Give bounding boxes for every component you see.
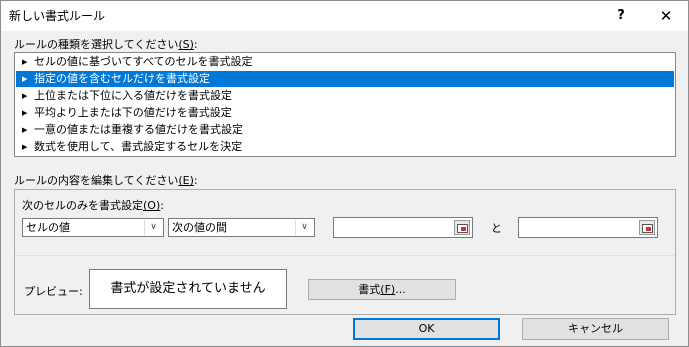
rule-type-item-label: 指定の値を含むセルだけを書式設定 (34, 72, 210, 85)
rule-type-item[interactable]: ▶ 上位または下位に入る値だけを書式設定 (16, 88, 674, 104)
cell-value-select-value: セルの値 (26, 221, 70, 234)
condition-colon: : (160, 199, 164, 212)
rule-type-item-label: 上位または下位に入る値だけを書式設定 (34, 89, 232, 102)
value2-input[interactable] (518, 217, 658, 238)
help-button[interactable]: ? (601, 1, 641, 31)
format-button-label: 書式 (358, 283, 381, 296)
rule-type-item-label: 平均より上または下の値だけを書式設定 (34, 106, 232, 119)
rule-type-item-label: 一意の値または重複する値だけを書式設定 (34, 123, 243, 136)
chevron-down-icon[interactable]: ∨ (295, 220, 313, 235)
condition-accel: (O) (143, 199, 161, 212)
preview-label: プレビュー: (24, 285, 83, 298)
rule-type-item[interactable]: ▶ 一意の値または重複する値だけを書式設定 (16, 122, 674, 138)
close-button[interactable]: ✕ (646, 1, 686, 31)
format-button-ellipsis: ... (395, 283, 406, 296)
rule-type-item[interactable]: ▶ 指定の値を含むセルだけを書式設定 (16, 71, 674, 87)
edit-rule-accel: (E) (178, 174, 194, 187)
rule-type-item-label: 数式を使用して、書式設定するセルを決定 (34, 140, 243, 153)
operator-select-value: 次の値の間 (172, 221, 227, 234)
rule-type-label-text: ルールの種類を選択してください (14, 38, 179, 51)
dialog-title: 新しい書式ルール (9, 9, 106, 23)
triangle-icon: ▶ (22, 75, 28, 83)
rule-type-colon: : (193, 38, 198, 51)
rule-type-label: ルールの種類を選択してください(S): (14, 36, 198, 52)
rule-type-accel: (S) (178, 38, 194, 51)
preview-box: 書式が設定されていません (89, 269, 287, 309)
rule-type-item[interactable]: ▶ 平均より上または下の値だけを書式設定 (16, 105, 674, 121)
ok-button[interactable]: OK (353, 318, 500, 340)
triangle-icon: ▶ (22, 143, 28, 151)
range-selector-icon[interactable] (454, 220, 470, 235)
rule-type-item[interactable]: ▶ セルの値に基づいてすべてのセルを書式設定 (16, 54, 674, 70)
condition-label: 次のセルのみを書式設定(O): (22, 197, 164, 213)
triangle-icon: ▶ (22, 58, 28, 66)
triangle-icon: ▶ (22, 109, 28, 117)
operator-select[interactable]: 次の値の間 ∨ (168, 218, 315, 237)
rule-type-list[interactable]: ▶ セルの値に基づいてすべてのセルを書式設定 ▶ 指定の値を含むセルだけを書式設… (14, 52, 676, 157)
edit-rule-label-text: ルールの内容を編集してください (14, 174, 179, 187)
rule-description-panel: 次のセルのみを書式設定(O): セルの値 ∨ 次の値の間 ∨ と プレビュー: … (14, 189, 676, 315)
format-button-accel: (F) (380, 283, 396, 296)
chevron-down-icon[interactable]: ∨ (144, 220, 162, 235)
cancel-button[interactable]: キャンセル (522, 318, 669, 340)
condition-label-text: 次のセルのみを書式設定 (22, 199, 143, 212)
rule-type-item[interactable]: ▶ 数式を使用して、書式設定するセルを決定 (16, 139, 674, 155)
cell-value-select[interactable]: セルの値 ∨ (22, 218, 164, 237)
divider (15, 255, 675, 256)
format-button[interactable]: 書式(F)... (308, 279, 456, 300)
range-selector-icon[interactable] (639, 220, 655, 235)
new-format-rule-dialog: 新しい書式ルール ? ✕ ルールの種類を選択してください(S): ▶ セルの値に… (0, 0, 689, 347)
title-bar: 新しい書式ルール ? ✕ (1, 1, 688, 31)
value1-input[interactable] (333, 217, 473, 238)
and-label: と (491, 222, 502, 235)
edit-rule-label: ルールの内容を編集してください(E): (14, 172, 198, 188)
rule-type-item-label: セルの値に基づいてすべてのセルを書式設定 (34, 55, 253, 68)
triangle-icon: ▶ (22, 92, 28, 100)
edit-rule-colon: : (193, 174, 198, 187)
triangle-icon: ▶ (22, 126, 28, 134)
